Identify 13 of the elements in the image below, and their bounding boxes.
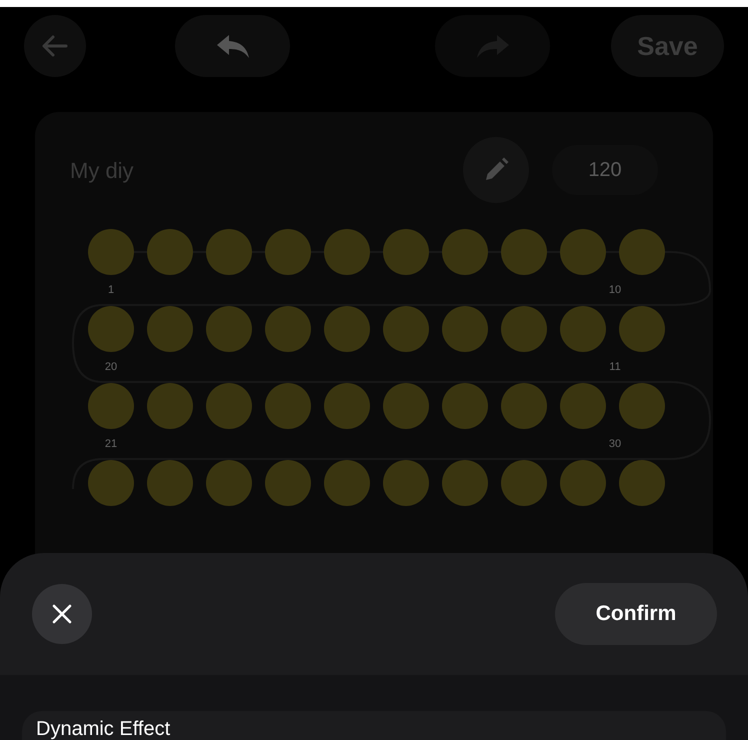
led-index-label: 1: [108, 283, 114, 298]
led-index-label: 21: [104, 437, 118, 452]
section-title: Dynamic Effect: [36, 718, 170, 740]
close-icon: [52, 604, 72, 624]
led-index-label: 11: [609, 360, 621, 376]
led-index-label: 20: [104, 360, 118, 376]
led-index-label: 10: [608, 283, 622, 298]
undo-icon: [214, 33, 250, 59]
confirm-button[interactable]: Confirm: [555, 583, 717, 645]
led-index-label: 30: [608, 437, 622, 452]
pencil-icon: [483, 157, 509, 183]
value-field[interactable]: 120: [552, 145, 658, 195]
back-arrow-icon: [42, 35, 68, 57]
